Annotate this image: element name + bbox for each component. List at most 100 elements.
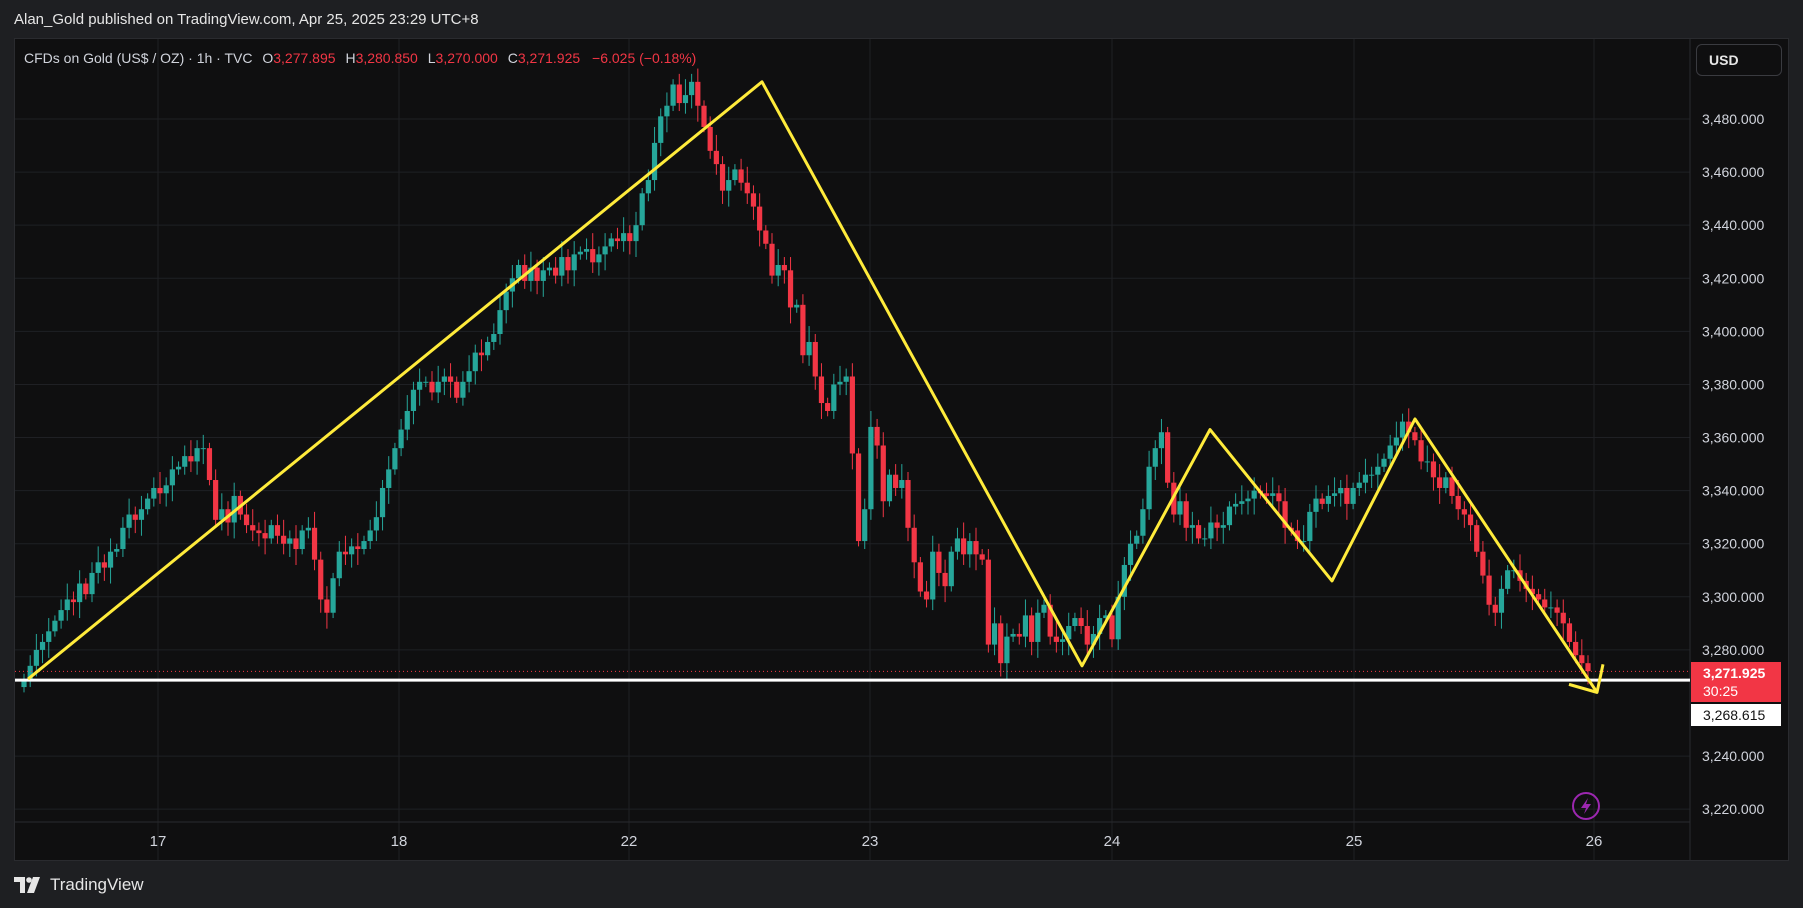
candle-body xyxy=(1214,522,1220,528)
price-tick-label: 3,480.000 xyxy=(1702,111,1764,127)
candle-body xyxy=(651,142,658,181)
candle-body xyxy=(1208,522,1214,539)
candle-body xyxy=(948,551,954,587)
candle-body xyxy=(614,238,621,242)
candle-body xyxy=(157,487,163,494)
candle-body xyxy=(1183,501,1189,528)
candle-body xyxy=(1418,440,1424,462)
candle-body xyxy=(175,466,182,470)
candle-body xyxy=(311,527,318,560)
candle-body xyxy=(1152,448,1158,467)
candle-body xyxy=(1239,501,1245,504)
currency-button[interactable]: USD xyxy=(1696,44,1782,76)
candle-body xyxy=(1220,525,1226,528)
candle-body xyxy=(386,469,392,488)
candle-body xyxy=(1078,618,1084,627)
last-price-marker-value: 3,271.925 xyxy=(1703,665,1765,681)
candle-body xyxy=(243,514,250,526)
candle-body xyxy=(1505,570,1511,589)
candle-body xyxy=(1573,641,1579,656)
candle-body xyxy=(274,525,281,536)
bar-countdown: 30:25 xyxy=(1703,683,1738,699)
candle-body xyxy=(1251,490,1257,499)
candle-body xyxy=(33,649,39,666)
candle-body xyxy=(101,562,107,568)
candle-body xyxy=(1319,498,1325,504)
candle-body xyxy=(1276,493,1282,502)
candle-body xyxy=(886,474,893,502)
candle-body xyxy=(732,169,738,181)
candle-body xyxy=(151,487,157,499)
candle-body xyxy=(126,514,132,528)
candle-body xyxy=(1022,615,1029,637)
candle-body xyxy=(726,180,732,191)
candle-body xyxy=(781,264,787,271)
candle-body xyxy=(695,81,701,106)
candle-body xyxy=(818,376,825,404)
candle-body xyxy=(138,509,145,520)
candle-body xyxy=(713,150,719,165)
candle-body xyxy=(1548,607,1554,609)
candle-body xyxy=(182,456,188,467)
candle-body xyxy=(719,164,726,191)
candle-body xyxy=(1498,588,1505,613)
candle-body xyxy=(1195,525,1202,539)
legend-high-value: 3,280.850 xyxy=(355,50,418,66)
candle-body xyxy=(1140,509,1146,536)
candle-body xyxy=(874,426,880,446)
candle-body xyxy=(435,381,441,393)
price-tick-label: 3,400.000 xyxy=(1702,323,1764,339)
candle-body xyxy=(1362,474,1369,483)
candle-body xyxy=(1177,501,1183,515)
candle-body xyxy=(1486,575,1492,605)
candle-body xyxy=(559,257,565,276)
legend-low-value: 3,270.000 xyxy=(435,50,498,66)
candle-body xyxy=(1461,509,1467,515)
candle-body xyxy=(373,517,379,531)
candle-body xyxy=(515,264,522,279)
candle-body xyxy=(250,525,256,531)
candle-body xyxy=(707,126,713,151)
candle-body xyxy=(200,448,206,450)
legend-symbol[interactable]: CFDs on Gold (US$ / OZ) · 1h · TVC xyxy=(24,50,252,66)
candle-body xyxy=(812,341,818,377)
candle-body xyxy=(1029,615,1035,642)
candle-body xyxy=(1245,498,1251,502)
time-tick-label: 22 xyxy=(621,833,638,850)
candle-body xyxy=(936,551,942,573)
candle-body xyxy=(961,538,967,555)
candle-body xyxy=(349,546,355,555)
candle-body xyxy=(621,233,627,242)
candle-body xyxy=(1554,607,1560,613)
candle-body xyxy=(89,572,95,595)
candle-body xyxy=(293,538,299,550)
candle-body xyxy=(787,270,794,308)
tradingview-brand[interactable]: TradingView xyxy=(14,875,144,895)
candle-body xyxy=(1035,612,1041,642)
candle-body xyxy=(336,551,342,579)
legend-high-label: H xyxy=(345,50,356,66)
candle-body xyxy=(670,84,676,106)
time-tick-label: 24 xyxy=(1104,833,1121,850)
candle-body xyxy=(287,538,293,544)
candle-body xyxy=(107,551,114,568)
candle-body xyxy=(1437,477,1443,488)
price-tick-label: 3,300.000 xyxy=(1702,589,1764,605)
candle-body xyxy=(305,527,311,531)
candle-body xyxy=(1455,495,1461,510)
candle-body xyxy=(1412,432,1418,441)
candle-body xyxy=(565,257,571,271)
candle-body xyxy=(843,376,849,382)
candle-body xyxy=(923,591,930,600)
tradingview-logo-icon xyxy=(14,877,40,893)
candle-body xyxy=(1560,612,1566,624)
candle-body xyxy=(491,334,497,342)
price-chart[interactable]: 3,480.000 3,460.000 3,440.000 3,420.000 3,40… xyxy=(0,0,1803,908)
candle-body xyxy=(83,583,89,595)
candle-body xyxy=(1387,445,1393,459)
candle-body xyxy=(985,559,991,645)
candle-body xyxy=(1189,525,1195,528)
candle-body xyxy=(540,270,546,281)
candle-body xyxy=(775,264,781,276)
candle-body xyxy=(64,599,70,611)
